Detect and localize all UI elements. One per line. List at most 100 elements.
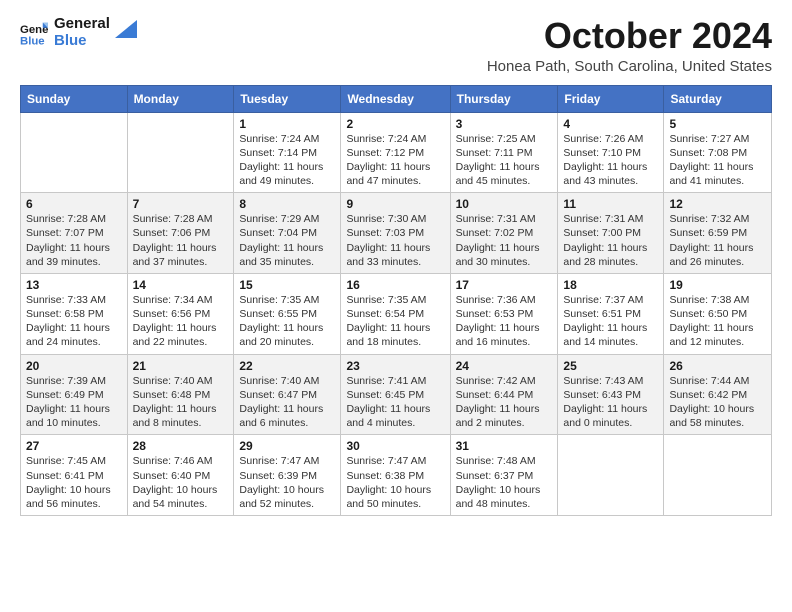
day-cell: 6Sunrise: 7:28 AMSunset: 7:07 PMDaylight… <box>21 193 128 274</box>
day-cell: 3Sunrise: 7:25 AMSunset: 7:11 PMDaylight… <box>450 112 558 193</box>
day-cell <box>21 112 128 193</box>
day-number: 6 <box>26 197 122 211</box>
day-number: 5 <box>669 117 766 131</box>
day-cell: 15Sunrise: 7:35 AMSunset: 6:55 PMDayligh… <box>234 273 341 354</box>
day-info: Sunrise: 7:31 AMSunset: 7:00 PMDaylight:… <box>563 212 658 269</box>
day-info: Sunrise: 7:28 AMSunset: 7:06 PMDaylight:… <box>133 212 229 269</box>
day-number: 26 <box>669 359 766 373</box>
day-info: Sunrise: 7:47 AMSunset: 6:39 PMDaylight:… <box>239 454 335 511</box>
day-info: Sunrise: 7:44 AMSunset: 6:42 PMDaylight:… <box>669 374 766 431</box>
day-info: Sunrise: 7:40 AMSunset: 6:48 PMDaylight:… <box>133 374 229 431</box>
day-info: Sunrise: 7:24 AMSunset: 7:12 PMDaylight:… <box>346 132 444 189</box>
logo-line1: General <box>54 16 110 33</box>
logo-icon: General Blue <box>20 19 48 47</box>
day-number: 27 <box>26 439 122 453</box>
day-info: Sunrise: 7:45 AMSunset: 6:41 PMDaylight:… <box>26 454 122 511</box>
day-info: Sunrise: 7:25 AMSunset: 7:11 PMDaylight:… <box>456 132 553 189</box>
day-cell: 22Sunrise: 7:40 AMSunset: 6:47 PMDayligh… <box>234 354 341 435</box>
logo: General Blue General Blue <box>20 16 137 49</box>
title-area: October 2024 Honea Path, South Carolina,… <box>487 16 772 75</box>
day-number: 22 <box>239 359 335 373</box>
week-row-2: 6Sunrise: 7:28 AMSunset: 7:07 PMDaylight… <box>21 193 772 274</box>
day-number: 28 <box>133 439 229 453</box>
day-number: 17 <box>456 278 553 292</box>
col-wednesday: Wednesday <box>341 85 450 112</box>
day-cell <box>127 112 234 193</box>
day-cell <box>664 435 772 516</box>
week-row-3: 13Sunrise: 7:33 AMSunset: 6:58 PMDayligh… <box>21 273 772 354</box>
day-cell: 4Sunrise: 7:26 AMSunset: 7:10 PMDaylight… <box>558 112 664 193</box>
day-info: Sunrise: 7:28 AMSunset: 7:07 PMDaylight:… <box>26 212 122 269</box>
day-cell: 26Sunrise: 7:44 AMSunset: 6:42 PMDayligh… <box>664 354 772 435</box>
day-cell: 23Sunrise: 7:41 AMSunset: 6:45 PMDayligh… <box>341 354 450 435</box>
day-cell <box>558 435 664 516</box>
day-info: Sunrise: 7:46 AMSunset: 6:40 PMDaylight:… <box>133 454 229 511</box>
day-number: 18 <box>563 278 658 292</box>
day-cell: 14Sunrise: 7:34 AMSunset: 6:56 PMDayligh… <box>127 273 234 354</box>
logo-line2: Blue <box>54 33 110 50</box>
col-saturday: Saturday <box>664 85 772 112</box>
month-title: October 2024 <box>487 16 772 56</box>
day-info: Sunrise: 7:39 AMSunset: 6:49 PMDaylight:… <box>26 374 122 431</box>
day-info: Sunrise: 7:35 AMSunset: 6:55 PMDaylight:… <box>239 293 335 350</box>
day-cell: 21Sunrise: 7:40 AMSunset: 6:48 PMDayligh… <box>127 354 234 435</box>
page: General Blue General Blue October 2024 H… <box>0 0 792 532</box>
header-row: Sunday Monday Tuesday Wednesday Thursday… <box>21 85 772 112</box>
day-number: 10 <box>456 197 553 211</box>
day-info: Sunrise: 7:48 AMSunset: 6:37 PMDaylight:… <box>456 454 553 511</box>
day-number: 2 <box>346 117 444 131</box>
day-info: Sunrise: 7:33 AMSunset: 6:58 PMDaylight:… <box>26 293 122 350</box>
day-cell: 13Sunrise: 7:33 AMSunset: 6:58 PMDayligh… <box>21 273 128 354</box>
day-info: Sunrise: 7:26 AMSunset: 7:10 PMDaylight:… <box>563 132 658 189</box>
day-cell: 18Sunrise: 7:37 AMSunset: 6:51 PMDayligh… <box>558 273 664 354</box>
col-tuesday: Tuesday <box>234 85 341 112</box>
calendar-body: 1Sunrise: 7:24 AMSunset: 7:14 PMDaylight… <box>21 112 772 515</box>
svg-text:Blue: Blue <box>20 35 45 47</box>
day-number: 21 <box>133 359 229 373</box>
week-row-4: 20Sunrise: 7:39 AMSunset: 6:49 PMDayligh… <box>21 354 772 435</box>
day-cell: 24Sunrise: 7:42 AMSunset: 6:44 PMDayligh… <box>450 354 558 435</box>
day-cell: 30Sunrise: 7:47 AMSunset: 6:38 PMDayligh… <box>341 435 450 516</box>
day-info: Sunrise: 7:40 AMSunset: 6:47 PMDaylight:… <box>239 374 335 431</box>
day-number: 9 <box>346 197 444 211</box>
day-info: Sunrise: 7:35 AMSunset: 6:54 PMDaylight:… <box>346 293 444 350</box>
day-cell: 28Sunrise: 7:46 AMSunset: 6:40 PMDayligh… <box>127 435 234 516</box>
day-info: Sunrise: 7:32 AMSunset: 6:59 PMDaylight:… <box>669 212 766 269</box>
day-cell: 7Sunrise: 7:28 AMSunset: 7:06 PMDaylight… <box>127 193 234 274</box>
calendar-table: Sunday Monday Tuesday Wednesday Thursday… <box>20 85 772 516</box>
location-subtitle: Honea Path, South Carolina, United State… <box>487 58 772 75</box>
day-info: Sunrise: 7:38 AMSunset: 6:50 PMDaylight:… <box>669 293 766 350</box>
day-number: 29 <box>239 439 335 453</box>
day-cell: 9Sunrise: 7:30 AMSunset: 7:03 PMDaylight… <box>341 193 450 274</box>
col-friday: Friday <box>558 85 664 112</box>
day-cell: 10Sunrise: 7:31 AMSunset: 7:02 PMDayligh… <box>450 193 558 274</box>
day-cell: 16Sunrise: 7:35 AMSunset: 6:54 PMDayligh… <box>341 273 450 354</box>
day-number: 4 <box>563 117 658 131</box>
day-info: Sunrise: 7:36 AMSunset: 6:53 PMDaylight:… <box>456 293 553 350</box>
day-cell: 31Sunrise: 7:48 AMSunset: 6:37 PMDayligh… <box>450 435 558 516</box>
day-info: Sunrise: 7:30 AMSunset: 7:03 PMDaylight:… <box>346 212 444 269</box>
day-number: 13 <box>26 278 122 292</box>
day-number: 7 <box>133 197 229 211</box>
day-number: 15 <box>239 278 335 292</box>
day-cell: 25Sunrise: 7:43 AMSunset: 6:43 PMDayligh… <box>558 354 664 435</box>
day-cell: 19Sunrise: 7:38 AMSunset: 6:50 PMDayligh… <box>664 273 772 354</box>
day-number: 14 <box>133 278 229 292</box>
day-number: 16 <box>346 278 444 292</box>
week-row-5: 27Sunrise: 7:45 AMSunset: 6:41 PMDayligh… <box>21 435 772 516</box>
day-cell: 20Sunrise: 7:39 AMSunset: 6:49 PMDayligh… <box>21 354 128 435</box>
day-cell: 11Sunrise: 7:31 AMSunset: 7:00 PMDayligh… <box>558 193 664 274</box>
day-info: Sunrise: 7:43 AMSunset: 6:43 PMDaylight:… <box>563 374 658 431</box>
day-info: Sunrise: 7:41 AMSunset: 6:45 PMDaylight:… <box>346 374 444 431</box>
logo-triangle-icon <box>115 20 137 38</box>
day-number: 23 <box>346 359 444 373</box>
day-cell: 1Sunrise: 7:24 AMSunset: 7:14 PMDaylight… <box>234 112 341 193</box>
day-number: 12 <box>669 197 766 211</box>
day-info: Sunrise: 7:47 AMSunset: 6:38 PMDaylight:… <box>346 454 444 511</box>
day-cell: 2Sunrise: 7:24 AMSunset: 7:12 PMDaylight… <box>341 112 450 193</box>
day-number: 8 <box>239 197 335 211</box>
day-info: Sunrise: 7:42 AMSunset: 6:44 PMDaylight:… <box>456 374 553 431</box>
day-number: 24 <box>456 359 553 373</box>
day-number: 19 <box>669 278 766 292</box>
day-info: Sunrise: 7:27 AMSunset: 7:08 PMDaylight:… <box>669 132 766 189</box>
